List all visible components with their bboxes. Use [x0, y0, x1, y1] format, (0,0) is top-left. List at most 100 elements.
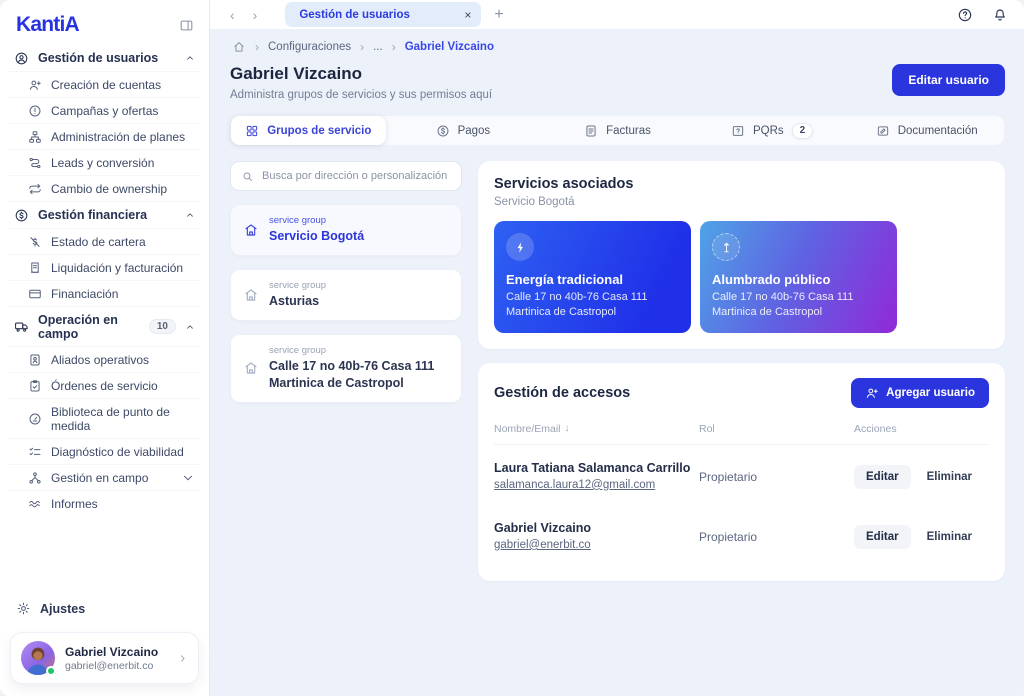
tab-pagos[interactable]: Pagos — [386, 116, 541, 145]
truck-icon — [15, 322, 28, 332]
sidebar-item-financiacion[interactable]: Financiación — [8, 281, 201, 307]
gear-icon — [17, 602, 30, 615]
building-icon — [245, 289, 257, 301]
sort-desc-icon[interactable]: ↓ — [565, 423, 570, 434]
page-content: › Configuraciones › ... › Gabriel Vizcai… — [210, 29, 1024, 696]
avatar — [21, 641, 56, 676]
service-group-item-asturias[interactable]: service group Asturias — [230, 268, 462, 321]
window-tabstrip: ‹ › Gestión de usuarios × + — [210, 0, 1024, 29]
sidebar-collapse-icon[interactable] — [179, 18, 194, 33]
panel-title: Gestión de accesos — [494, 384, 631, 401]
user-plus-icon — [29, 80, 41, 90]
history-forward-button[interactable]: › — [251, 8, 260, 22]
sidebar-item-diagnostico-viabilidad[interactable]: Diagnóstico de viabilidad — [8, 439, 201, 465]
access-table-row: Gabriel Vizcaino gabriel@enerbit.co Prop… — [494, 505, 989, 565]
new-tab-button[interactable]: + — [494, 6, 503, 23]
sidebar-item-leads-conversion[interactable]: Leads y conversión — [8, 150, 201, 176]
service-group-item-bogota[interactable]: service group Servicio Bogotá — [230, 204, 462, 256]
page-title: Gabriel Vizcaino — [230, 64, 362, 83]
online-status-dot — [46, 666, 56, 676]
sidebar: KantiA Gestión de usuarios Creación de c… — [0, 0, 210, 696]
money-off-icon — [30, 236, 40, 247]
home-icon[interactable] — [232, 40, 246, 54]
add-user-button[interactable]: Agregar usuario — [851, 377, 989, 408]
dollar-circle-icon — [15, 209, 28, 221]
help-icon[interactable] — [957, 7, 973, 23]
chevron-down-icon[interactable] — [181, 471, 195, 485]
app-logo: KantiA — [16, 13, 80, 36]
pqrs-count-badge: 2 — [791, 122, 814, 139]
sidebar-item-gestion-en-campo[interactable]: Gestión en campo — [8, 465, 201, 491]
user-plus-icon — [867, 388, 878, 398]
waves-icon — [29, 500, 40, 507]
column-nombre-email[interactable]: Nombre/Email ↓ — [494, 423, 699, 435]
building-icon — [245, 224, 257, 236]
note-edit-icon — [877, 125, 888, 136]
credit-card-icon — [29, 289, 41, 298]
edit-member-button[interactable]: Editar — [854, 464, 911, 489]
app-window: KantiA Gestión de usuarios Creación de c… — [0, 0, 1024, 696]
building-icon — [245, 362, 257, 374]
tab-pqrs[interactable]: PQRs 2 — [695, 116, 850, 145]
delete-member-button[interactable]: Eliminar — [927, 471, 972, 483]
breadcrumb-item-ellipsis[interactable]: ... — [373, 41, 383, 53]
dollar-circle-icon — [437, 125, 449, 136]
id-badge-icon — [30, 354, 40, 365]
sidebar-item-cambio-ownership[interactable]: Cambio de ownership — [8, 176, 201, 202]
sidebar-item-creacion-cuentas[interactable]: Creación de cuentas — [8, 72, 201, 98]
route-icon — [29, 157, 41, 168]
gauge-icon — [29, 413, 41, 424]
tab-grupos-de-servicio[interactable]: Grupos de servicio — [231, 116, 386, 145]
sidebar-item-biblioteca-punto-medida[interactable]: Biblioteca de punto de medida — [8, 399, 201, 439]
search-icon — [243, 172, 253, 181]
sidebar-section-gestion-financiera[interactable]: Gestión financiera — [8, 202, 201, 229]
service-group-item-calle17[interactable]: service group Calle 17 no 40b-76 Casa 11… — [230, 333, 462, 403]
search-box[interactable] — [230, 161, 462, 191]
tab-documentacion[interactable]: Documentación — [849, 116, 1004, 145]
sidebar-section-gestion-usuarios[interactable]: Gestión de usuarios — [8, 45, 201, 72]
sidebar-item-aliados-operativos[interactable]: Aliados operativos — [8, 347, 201, 373]
breadcrumb: › Configuraciones › ... › Gabriel Vizcai… — [230, 29, 1005, 62]
chevron-up-icon[interactable] — [185, 210, 195, 220]
sidebar-item-ordenes-servicio[interactable]: Órdenes de servicio — [8, 373, 201, 399]
tab-facturas[interactable]: Facturas — [540, 116, 695, 145]
streetlamp-icon — [712, 233, 740, 261]
member-name: Laura Tatiana Salamanca Carrillo — [494, 460, 691, 475]
receipt-icon — [31, 262, 39, 273]
sidebar-item-administracion-planes[interactable]: Administración de planes — [8, 124, 201, 150]
hierarchy-icon — [29, 130, 41, 143]
edit-user-button[interactable]: Editar usuario — [892, 64, 1005, 96]
lightning-icon — [506, 233, 534, 261]
chevron-up-icon[interactable] — [185, 322, 195, 332]
bell-icon[interactable] — [992, 7, 1008, 23]
sidebar-item-estado-cartera[interactable]: Estado de cartera — [8, 229, 201, 255]
user-profile-card[interactable]: Gabriel Vizcaino gabriel@enerbit.co — [10, 632, 199, 684]
checklist-icon — [29, 447, 41, 455]
sidebar-item-ajustes[interactable]: Ajustes — [0, 593, 209, 624]
member-role: Propietario — [699, 469, 758, 484]
sidebar-section-operacion-campo[interactable]: Operación en campo 10 — [8, 307, 201, 347]
sidebar-item-liquidacion-facturacion[interactable]: Liquidación y facturación — [8, 255, 201, 281]
member-email-link[interactable]: gabriel@enerbit.co — [494, 539, 591, 551]
member-email-link[interactable]: salamanca.laura12@gmail.com — [494, 479, 655, 491]
main-area: ‹ › Gestión de usuarios × + › Configurac… — [210, 0, 1024, 696]
sidebar-nav: Gestión de usuarios Creación de cuentas … — [0, 45, 209, 593]
edit-member-button[interactable]: Editar — [854, 524, 911, 549]
breadcrumb-item-configuraciones[interactable]: Configuraciones — [268, 41, 351, 53]
access-table-header: Nombre/Email ↓ Rol Acciones — [494, 423, 989, 445]
service-card-energia[interactable]: Energía tradicional Calle 17 no 40b-76 C… — [494, 221, 691, 333]
search-input[interactable] — [262, 170, 451, 182]
close-tab-icon[interactable]: × — [464, 8, 471, 22]
user-name: Gabriel Vizcaino — [65, 644, 159, 659]
servicios-asociados-panel: Servicios asociados Servicio Bogotá Ener… — [478, 161, 1005, 349]
sidebar-item-informes[interactable]: Informes — [8, 491, 201, 516]
history-back-button[interactable]: ‹ — [228, 8, 237, 22]
delete-member-button[interactable]: Eliminar — [927, 531, 972, 543]
member-name: Gabriel Vizcaino — [494, 520, 592, 535]
workspace-tab[interactable]: Gestión de usuarios × — [285, 2, 482, 27]
service-card-alumbrado[interactable]: Alumbrado público Calle 17 no 40b-76 Cas… — [700, 221, 897, 333]
document-icon — [586, 125, 596, 136]
chevron-up-icon[interactable] — [185, 53, 195, 63]
page-subtitle: Administra grupos de servicios y sus per… — [230, 89, 493, 101]
sidebar-item-campanas-ofertas[interactable]: Campañas y ofertas — [8, 98, 201, 124]
